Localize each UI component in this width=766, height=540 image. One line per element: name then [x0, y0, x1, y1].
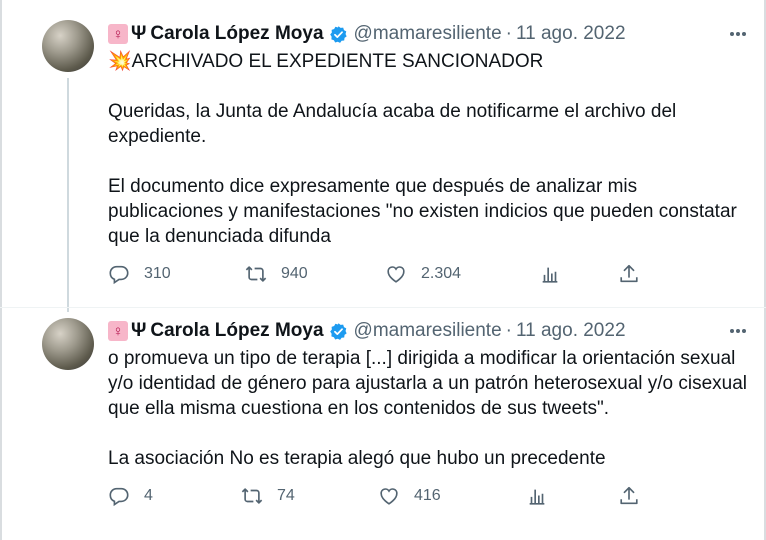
display-name[interactable]: Carola López Moya	[150, 23, 323, 45]
tweet-actions: 310 940 2.304	[108, 263, 648, 291]
more-options-icon[interactable]	[728, 24, 748, 44]
reply-icon	[109, 487, 129, 507]
share-icon	[620, 264, 638, 283]
tweet-actions: 4 74 416	[108, 485, 648, 513]
retweet-icon	[245, 266, 267, 282]
tweet-2[interactable]: ♀ Ψ Carola López Moya @mamaresiliente · …	[0, 308, 766, 540]
more-options-icon[interactable]	[728, 321, 748, 341]
verified-badge-icon	[329, 25, 347, 43]
retweet-count: 74	[277, 487, 295, 504]
thread-connector-line	[67, 78, 69, 312]
retweet-button[interactable]: 940	[245, 263, 308, 285]
user-handle[interactable]: @mamaresiliente	[354, 23, 502, 45]
tweet-date[interactable]: 11 ago. 2022	[516, 320, 626, 342]
separator-dot: ·	[505, 23, 512, 44]
tweet-text: o promueva un tipo de terapia [...] diri…	[108, 348, 748, 469]
views-icon	[529, 489, 545, 505]
like-count: 416	[414, 487, 441, 504]
retweet-count: 940	[281, 265, 308, 282]
avatar[interactable]	[42, 20, 94, 72]
tweet-header: ♀ Ψ Carola López Moya @mamaresiliente · …	[108, 319, 626, 343]
reply-count: 310	[144, 265, 171, 282]
tweet-text: 💥ARCHIVADO EL EXPEDIENTE SANCIONADOR Que…	[108, 51, 737, 247]
name-prefix: Ψ	[131, 320, 147, 341]
like-count: 2.304	[421, 265, 462, 282]
tweet-header: ♀ Ψ Carola López Moya @mamaresiliente · …	[108, 22, 626, 46]
name-prefix: Ψ	[131, 23, 147, 44]
retweet-button[interactable]: 74	[241, 485, 295, 507]
share-icon	[620, 486, 638, 505]
like-button[interactable]: 2.304	[385, 263, 461, 285]
tweet-date[interactable]: 11 ago. 2022	[516, 23, 626, 45]
tweet-1[interactable]: ♀ Ψ Carola López Moya @mamaresiliente · …	[0, 0, 766, 312]
separator-dot: ·	[505, 320, 512, 341]
user-handle[interactable]: @mamaresiliente	[354, 320, 502, 342]
like-button[interactable]: 416	[378, 485, 441, 507]
retweet-icon	[241, 488, 263, 504]
views-button[interactable]	[526, 485, 548, 507]
verified-badge-icon	[329, 322, 347, 340]
views-icon	[542, 267, 558, 283]
like-icon	[380, 488, 398, 505]
share-button[interactable]	[618, 485, 640, 507]
share-button[interactable]	[618, 263, 640, 285]
like-icon	[387, 266, 405, 283]
reply-icon	[109, 265, 129, 285]
venus-emoji-icon: ♀	[108, 321, 128, 341]
avatar[interactable]	[42, 318, 94, 370]
venus-emoji-icon: ♀	[108, 24, 128, 44]
reply-button[interactable]: 310	[108, 263, 171, 285]
reply-count: 4	[144, 487, 153, 504]
reply-button[interactable]: 4	[108, 485, 153, 507]
views-button[interactable]	[539, 263, 561, 285]
display-name[interactable]: Carola López Moya	[150, 320, 323, 342]
